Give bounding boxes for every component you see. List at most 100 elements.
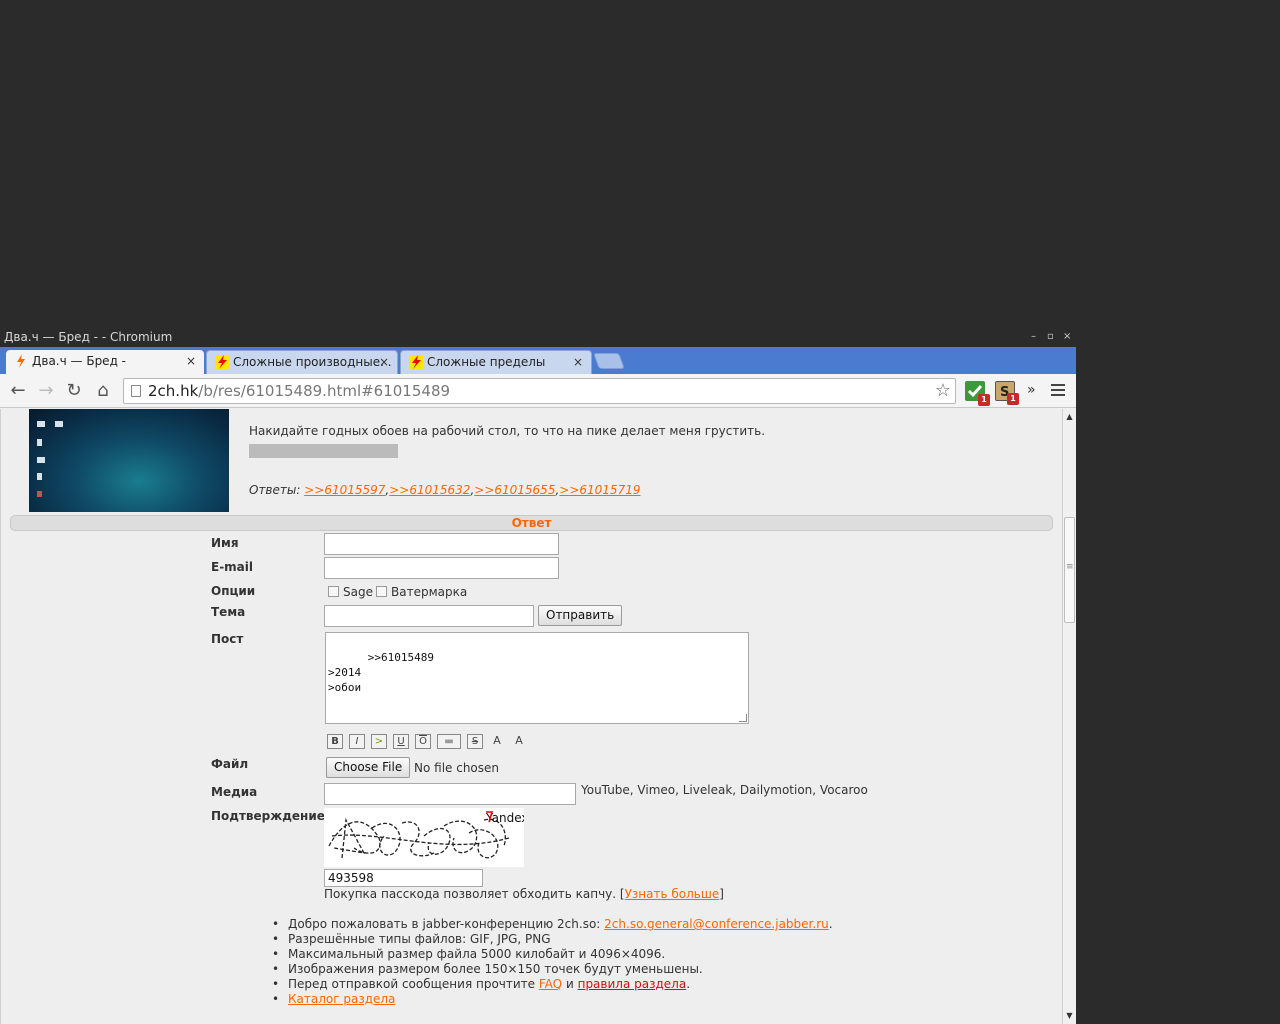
passcode-note: Покупка пасскода позволяет обходить капч… [324, 887, 724, 901]
menu-icon[interactable] [1051, 384, 1065, 396]
tab-close-icon[interactable]: × [379, 351, 389, 373]
scroll-up-icon[interactable]: ▲ [1063, 411, 1076, 423]
reply-link[interactable]: >>61015719 [559, 483, 640, 497]
scrollbar-thumb[interactable] [1064, 517, 1075, 623]
url-path: /b/res/61015489.html#61015489 [198, 382, 451, 400]
page-icon [131, 385, 141, 397]
overline-icon[interactable]: O [415, 734, 431, 749]
name-label: Имя [211, 536, 239, 550]
subject-input[interactable] [324, 605, 534, 627]
replies-label: Ответы: [249, 483, 301, 497]
watermark-label: Ватермарка [391, 585, 468, 599]
list-item: Перед отправкой сообщения прочтите FAQ и… [272, 977, 833, 992]
sage-label: Sage [343, 585, 373, 599]
window-title: Два.ч — Бред - - Chromium [4, 330, 173, 344]
post-textarea[interactable]: >>61015489 >2014 >обои [325, 632, 749, 724]
superscript-icon[interactable]: A [489, 734, 505, 749]
dvach-favicon-icon [17, 354, 25, 368]
email-input[interactable] [324, 557, 559, 579]
italic-icon[interactable]: I [349, 734, 365, 749]
tab-label: Сложные пределы [427, 355, 546, 369]
reload-icon[interactable]: ↻ [63, 380, 85, 402]
post-thumbnail[interactable] [29, 409, 229, 512]
tab-strip: Два.ч — Бред - × Сложные производные. . … [0, 347, 1076, 374]
address-bar[interactable]: 2ch.hk/b/res/61015489.html#61015489 ☆ [123, 378, 956, 404]
jabber-link[interactable]: 2ch.so.general@conference.jabber.ru [604, 917, 829, 931]
back-arrow-icon[interactable]: ← [7, 380, 29, 402]
sage-option[interactable]: Sage [328, 585, 373, 599]
choose-file-button[interactable]: Choose File [326, 757, 411, 778]
list-item: Разрешённые типы файлов: GIF, JPG, PNG [272, 932, 833, 947]
bookmark-star-icon[interactable]: ☆ [935, 379, 951, 403]
quote-icon[interactable]: > [371, 734, 387, 749]
tab-label: Сложные производные. . [233, 355, 392, 369]
extension-s-icon[interactable]: S 1 [995, 381, 1019, 405]
new-tab-button[interactable] [593, 353, 625, 369]
passcode-text: Покупка пасскода позволяет обходить капч… [324, 887, 617, 901]
captcha-label: Подтверждение [211, 809, 325, 823]
name-input[interactable] [324, 533, 559, 555]
list-item: Изображения размером более 150×150 точек… [272, 962, 833, 977]
captcha-image[interactable]: Yandex [324, 808, 524, 867]
reply-form-header[interactable]: Ответ [10, 515, 1053, 531]
tab-close-icon[interactable]: × [186, 350, 196, 372]
tab-limits[interactable]: Сложные пределы × [400, 350, 592, 374]
post-replies: Ответы: >>61015597,>>61015632,>>61015655… [249, 483, 641, 497]
email-label: E-mail [211, 560, 254, 574]
watermark-option[interactable]: Ватермарка [376, 585, 467, 599]
tab-close-icon[interactable]: × [573, 351, 583, 373]
options-label: Опции [211, 584, 256, 598]
media-input[interactable] [324, 783, 576, 805]
list-item: Каталог раздела [272, 992, 833, 1007]
spoiler-format-icon[interactable]: ▬ [437, 734, 461, 749]
minimize-icon[interactable]: – [1031, 327, 1036, 347]
media-hint: YouTube, Vimeo, Liveleak, Dailymotion, V… [581, 783, 868, 797]
vertical-scrollbar[interactable]: ▲ ▼ [1062, 409, 1076, 1024]
page-content: Накидайте годных обоев на рабочий стол, … [0, 409, 1062, 1024]
post-body: Накидайте годных обоев на рабочий стол, … [249, 424, 766, 438]
faq-link[interactable]: FAQ [539, 977, 562, 991]
subscript-icon[interactable]: A [511, 734, 527, 749]
reply-link[interactable]: >>61015597 [304, 483, 385, 497]
watermark-checkbox[interactable] [376, 586, 387, 597]
captcha-input[interactable]: 493598 [324, 869, 483, 887]
tab-derivatives[interactable]: Сложные производные. . × [206, 350, 398, 374]
browser-window: Два.ч — Бред - - Chromium – ▫ × Два.ч — … [0, 327, 1076, 1024]
forward-arrow-icon[interactable]: → [35, 380, 57, 402]
post-textarea-value: >>61015489 >2014 >обои [328, 651, 434, 694]
strike-icon[interactable]: S [467, 734, 483, 749]
lightning-favicon-icon [409, 355, 423, 369]
bold-icon[interactable]: B [327, 734, 343, 749]
no-file-text: No file chosen [414, 761, 500, 775]
scroll-down-icon[interactable]: ▼ [1063, 1010, 1076, 1022]
catalog-link[interactable]: Каталог раздела [288, 992, 395, 1006]
extension-badge: 1 [978, 394, 990, 406]
board-rules-link[interactable]: правила раздела [578, 977, 687, 991]
reply-link[interactable]: >>61015632 [389, 483, 470, 497]
list-item: Добро пожаловать в jabber-конференцию 2c… [272, 917, 833, 932]
tab-dvach[interactable]: Два.ч — Бред - × [6, 350, 204, 374]
extension-check-icon[interactable]: 1 [965, 381, 990, 406]
window-titlebar: Два.ч — Бред - - Chromium – ▫ × [0, 327, 1076, 347]
reply-link[interactable]: >>61015655 [474, 483, 555, 497]
submit-button[interactable]: Отправить [538, 605, 623, 626]
subject-label: Тема [211, 605, 246, 619]
file-label: Файл [211, 757, 249, 771]
browser-toolbar: ← → ↻ ⌂ 2ch.hk/b/res/61015489.html#61015… [0, 374, 1076, 408]
tab-label: Два.ч — Бред - [32, 354, 127, 368]
underline-icon[interactable]: U [393, 734, 409, 749]
media-label: Медиа [211, 785, 258, 799]
passcode-more-link[interactable]: Узнать больше [625, 887, 720, 901]
lightning-favicon-icon [215, 355, 229, 369]
board-rules-list: Добро пожаловать в jabber-конференцию 2c… [272, 917, 833, 1007]
home-icon[interactable]: ⌂ [92, 380, 114, 402]
maximize-icon[interactable]: ▫ [1047, 327, 1054, 347]
sage-checkbox[interactable] [328, 586, 339, 597]
extension-badge: 1 [1007, 393, 1019, 405]
post-label: Пост [211, 632, 244, 646]
url-host: 2ch.hk [148, 382, 199, 400]
overflow-chevron-icon[interactable]: » [1027, 382, 1036, 398]
close-window-icon[interactable]: × [1063, 327, 1071, 347]
spoiler-block[interactable] [249, 444, 398, 458]
resize-grip-icon[interactable] [739, 714, 747, 722]
